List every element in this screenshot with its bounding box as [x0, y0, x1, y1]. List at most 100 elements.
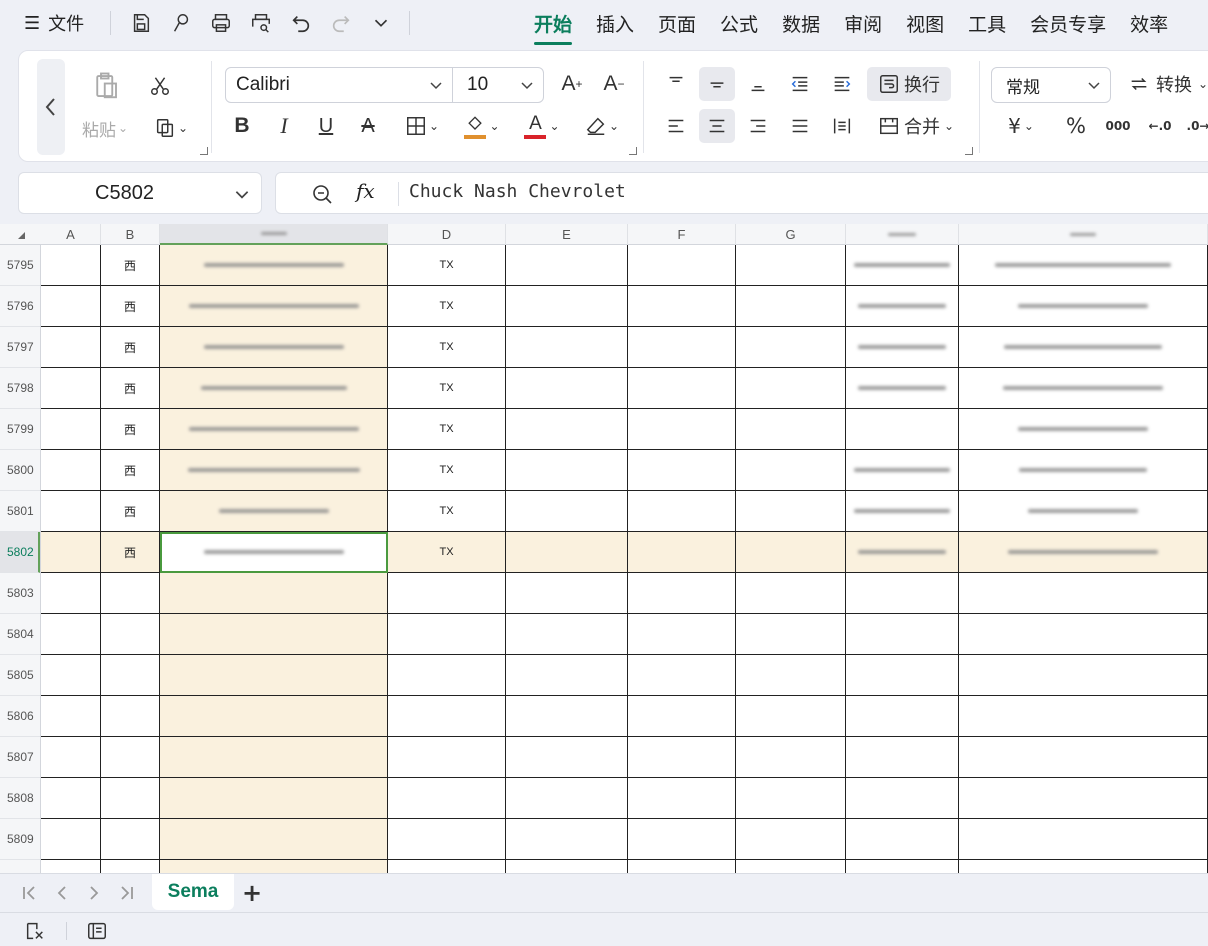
row-header[interactable]: 5798	[0, 368, 40, 409]
cell-h[interactable]	[846, 614, 959, 655]
cell-h[interactable]	[846, 450, 959, 491]
cell-c[interactable]	[160, 614, 388, 655]
cell-e[interactable]	[506, 491, 628, 532]
underline-icon[interactable]: U	[313, 111, 339, 141]
increase-font-icon[interactable]: A +	[557, 69, 587, 99]
cell-h[interactable]	[846, 655, 959, 696]
cell-e[interactable]	[506, 245, 628, 286]
insert-function-button[interactable]: fx	[356, 179, 375, 203]
cell-d[interactable]: TX	[388, 532, 506, 573]
tab-efficiency[interactable]: 效率	[1130, 10, 1168, 37]
cell-h[interactable]	[846, 368, 959, 409]
cell-i[interactable]	[959, 737, 1208, 778]
cell-h[interactable]	[846, 573, 959, 614]
increase-indent-icon[interactable]	[827, 67, 857, 101]
cell-f[interactable]	[628, 368, 736, 409]
borders-icon[interactable]: ⌄	[399, 111, 445, 141]
align-middle-icon[interactable]	[699, 67, 735, 101]
clear-format-icon[interactable]: ⌄	[579, 111, 625, 141]
decrease-decimal-icon[interactable]: .0→	[1183, 109, 1208, 143]
cell-d[interactable]: TX	[388, 368, 506, 409]
cell-e[interactable]	[506, 409, 628, 450]
cell-b[interactable]	[101, 655, 160, 696]
cell-f[interactable]	[628, 778, 736, 819]
cell-g[interactable]	[736, 368, 846, 409]
cell-a[interactable]	[41, 778, 101, 819]
cell-d[interactable]: TX	[388, 409, 506, 450]
paste-icon[interactable]	[89, 69, 123, 103]
column-header-b[interactable]: B	[101, 224, 160, 245]
row-header[interactable]: 5800	[0, 450, 40, 491]
row-header[interactable]: 5805	[0, 655, 40, 696]
more-chevron-icon[interactable]	[369, 11, 393, 35]
row-header[interactable]: 5801	[0, 491, 40, 532]
distribute-icon[interactable]	[827, 109, 857, 143]
cell-f[interactable]	[628, 532, 736, 573]
cell-i[interactable]	[959, 409, 1208, 450]
decrease-indent-icon[interactable]	[785, 67, 815, 101]
cell-i[interactable]	[959, 450, 1208, 491]
tab-tools[interactable]: 工具	[968, 10, 1006, 37]
cell-f[interactable]	[628, 737, 736, 778]
justify-icon[interactable]	[785, 109, 815, 143]
cell-e[interactable]	[506, 737, 628, 778]
thousands-separator-button[interactable]: 000	[1103, 109, 1133, 143]
cell-a[interactable]	[41, 655, 101, 696]
currency-button[interactable]: ¥ ⌄	[999, 109, 1043, 143]
cell-g[interactable]	[736, 696, 846, 737]
fill-color-icon[interactable]: ⌄	[459, 109, 505, 143]
cell-f[interactable]	[628, 409, 736, 450]
cell-c[interactable]	[160, 450, 388, 491]
cell-d[interactable]	[388, 655, 506, 696]
column-header-f[interactable]: F	[628, 224, 736, 245]
cell-a[interactable]	[41, 450, 101, 491]
cell-c[interactable]	[160, 737, 388, 778]
cell-d[interactable]	[388, 737, 506, 778]
cell-b[interactable]	[101, 614, 160, 655]
cell-d[interactable]: TX	[388, 491, 506, 532]
cell-b[interactable]	[101, 696, 160, 737]
tab-home[interactable]: 开始	[534, 10, 573, 45]
bold-icon[interactable]: B	[229, 111, 255, 141]
redo-icon[interactable]	[329, 11, 353, 35]
cell-b[interactable]	[101, 778, 160, 819]
cell-g[interactable]	[736, 327, 846, 368]
cell-i[interactable]	[959, 696, 1208, 737]
cell-c[interactable]	[160, 655, 388, 696]
cell-h[interactable]	[846, 778, 959, 819]
cell-i[interactable]	[959, 491, 1208, 532]
cell-g[interactable]	[736, 245, 846, 286]
cell-a[interactable]	[41, 614, 101, 655]
font-size-select[interactable]: 10	[452, 67, 544, 103]
cell-i[interactable]	[959, 286, 1208, 327]
cell-c[interactable]	[160, 696, 388, 737]
cell-c[interactable]	[160, 860, 388, 873]
row-header[interactable]: 5796	[0, 286, 40, 327]
increase-decimal-icon[interactable]: ←.0	[1145, 109, 1175, 143]
ribbon-scroll-left-button[interactable]	[37, 59, 65, 155]
cell-b[interactable]	[101, 819, 160, 860]
row-header[interactable]: 5797	[0, 327, 40, 368]
column-header-h[interactable]	[846, 224, 959, 245]
file-menu[interactable]: ☰ 文件	[24, 10, 84, 36]
align-bottom-icon[interactable]	[743, 67, 773, 101]
cell-g[interactable]	[736, 532, 846, 573]
tab-member[interactable]: 会员专享	[1030, 10, 1106, 37]
row-header[interactable]: 5809	[0, 819, 40, 860]
dialog-launcher-icon[interactable]	[200, 147, 208, 155]
page-layout-icon[interactable]	[86, 920, 108, 942]
cell-g[interactable]	[736, 286, 846, 327]
tab-review[interactable]: 审阅	[844, 10, 882, 37]
row-header[interactable]: 5808	[0, 778, 40, 819]
first-sheet-icon[interactable]	[20, 883, 40, 903]
cell-g[interactable]	[736, 573, 846, 614]
cell-e[interactable]	[506, 778, 628, 819]
cell-e[interactable]	[506, 614, 628, 655]
cell-c[interactable]	[160, 245, 388, 286]
cell-g[interactable]	[736, 491, 846, 532]
cell-i[interactable]	[959, 860, 1208, 873]
cell-a[interactable]	[41, 368, 101, 409]
cell-f[interactable]	[628, 819, 736, 860]
column-header-i[interactable]	[959, 224, 1208, 245]
cell-a[interactable]	[41, 860, 101, 873]
